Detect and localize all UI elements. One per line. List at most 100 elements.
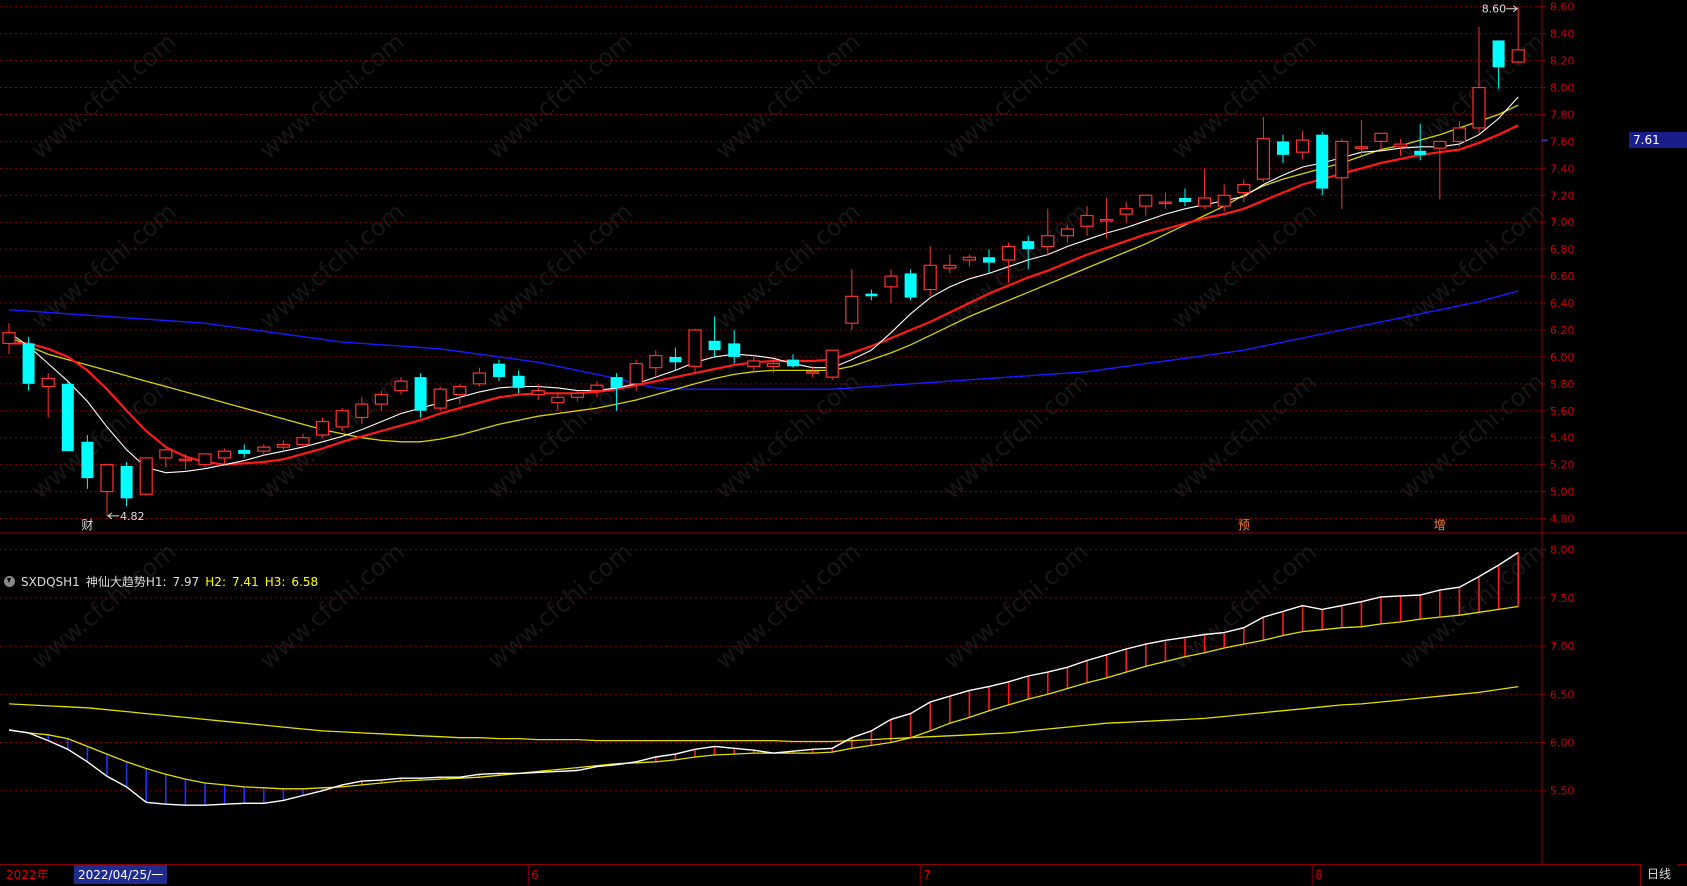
- candle-body: [2, 332, 16, 345]
- candle-body: [394, 380, 408, 392]
- candle-body: [472, 372, 486, 385]
- candle-up: [649, 350, 663, 378]
- candle-body: [787, 359, 799, 367]
- indicator-legend: SXDQSH1 神仙大趋势H1: 7.97 H2: 7.41 H3: 6.58: [4, 573, 324, 590]
- high-label: 8.60: [1482, 3, 1507, 16]
- candle-up: [747, 354, 761, 374]
- candle-up: [1374, 132, 1388, 150]
- candle-body: [629, 363, 643, 385]
- candle-down: [238, 444, 251, 458]
- main-tick-label: 6.80: [1550, 243, 1575, 256]
- watermark-text: www.cfchi.com: [254, 537, 410, 674]
- h1-key: H1: [145, 575, 163, 589]
- candle-body: [238, 449, 251, 454]
- candle-body: [296, 437, 310, 446]
- candle-body: [1022, 241, 1035, 250]
- h3-value: 6.58: [291, 575, 319, 589]
- candle-body: [1472, 86, 1486, 129]
- candle-up: [1119, 202, 1133, 223]
- watermark-text: www.cfchi.com: [938, 367, 1094, 504]
- event-marker: 财: [81, 518, 93, 532]
- watermark-text: www.cfchi.com: [938, 537, 1094, 674]
- main-tick-label: 7.00: [1550, 216, 1575, 229]
- main-tick-label: 7.40: [1550, 162, 1575, 175]
- candle-body: [805, 371, 820, 374]
- candle-down: [22, 336, 35, 391]
- watermark-text: www.cfchi.com: [938, 27, 1094, 164]
- candle-body: [81, 441, 94, 479]
- watermark-text: www.cfchi.com: [26, 27, 182, 164]
- period-selector[interactable]: 日线: [1640, 864, 1678, 886]
- indicator-title: 神仙大趋势: [85, 575, 146, 589]
- candle-body: [374, 394, 388, 405]
- candle-up: [2, 323, 16, 355]
- candle-body: [865, 293, 878, 297]
- candle-body: [923, 264, 937, 291]
- candle-body: [845, 295, 859, 324]
- indicator-tick-label: 8.00: [1550, 544, 1575, 557]
- candle-up: [884, 269, 898, 304]
- candle-body: [41, 377, 55, 388]
- main-tick-label: 7.60: [1550, 135, 1575, 148]
- watermark-text: www.cfchi.com: [1166, 197, 1322, 334]
- candle-up: [178, 453, 192, 471]
- candle-up: [943, 254, 957, 274]
- candle-up: [198, 453, 212, 468]
- watermark-text: www.cfchi.com: [1394, 367, 1550, 504]
- candle-up: [257, 444, 271, 456]
- candle-body: [453, 385, 467, 396]
- candle-body: [669, 356, 682, 363]
- candle-body: [1001, 245, 1016, 261]
- candle-body: [22, 343, 35, 384]
- watermark-text: www.cfchi.com: [482, 27, 638, 164]
- main-tick-label: 5.60: [1550, 405, 1575, 418]
- candle-down: [865, 289, 878, 301]
- candle-up: [218, 448, 232, 465]
- candle-down: [728, 329, 741, 364]
- h2-value: 7.41: [231, 575, 259, 589]
- candle-body: [61, 383, 74, 452]
- candle-up: [845, 269, 859, 330]
- candle-body: [1041, 235, 1055, 248]
- watermark-text: www.cfchi.com: [254, 27, 410, 164]
- collapse-indicator-icon[interactable]: [4, 576, 15, 587]
- main-tick-label: 6.60: [1550, 270, 1575, 283]
- main-tick-label: 5.20: [1550, 459, 1575, 472]
- h3-key: H3: [264, 575, 282, 589]
- candle-up: [433, 386, 447, 411]
- main-tick-label: 6.40: [1550, 297, 1575, 310]
- main-tick-label: 8.00: [1550, 82, 1575, 95]
- main-tick-label: 5.80: [1550, 378, 1575, 391]
- candle-body: [493, 363, 505, 378]
- candle-body: [649, 354, 663, 369]
- candle-down: [904, 269, 917, 301]
- candle-body: [983, 257, 995, 263]
- candle-body: [688, 329, 702, 367]
- candle-up: [825, 349, 839, 380]
- h1-value: 7.97: [172, 575, 200, 589]
- main-tick-label: 8.20: [1550, 55, 1575, 68]
- low-arrow-icon: [107, 512, 119, 520]
- candle-body: [316, 420, 330, 436]
- indicator-tick-label: 6.50: [1550, 688, 1575, 701]
- candle-body: [1099, 218, 1114, 222]
- candle-body: [570, 392, 585, 398]
- main-tick-label: 6.20: [1550, 324, 1575, 337]
- candle-down: [787, 354, 799, 368]
- candle-up: [41, 373, 55, 418]
- watermark-text: www.cfchi.com: [1166, 537, 1322, 674]
- candle-down: [1179, 188, 1191, 207]
- candle-body: [1393, 143, 1408, 148]
- candle-body: [218, 450, 232, 459]
- candle-up: [1256, 117, 1271, 182]
- candle-up: [316, 417, 330, 438]
- candle-body: [904, 273, 917, 298]
- h2-key: H2: [205, 575, 222, 589]
- indicator-h1-line: [8, 551, 1519, 806]
- candle-body: [1354, 146, 1369, 149]
- main-tick-label: 8.60: [1550, 1, 1575, 14]
- candle-down: [1316, 131, 1329, 196]
- stock-chart[interactable]: www.cfchi.com www.cfchi.com www.cfchi.com w…: [0, 0, 1687, 885]
- candle-body: [512, 375, 525, 388]
- candle-down: [120, 461, 133, 507]
